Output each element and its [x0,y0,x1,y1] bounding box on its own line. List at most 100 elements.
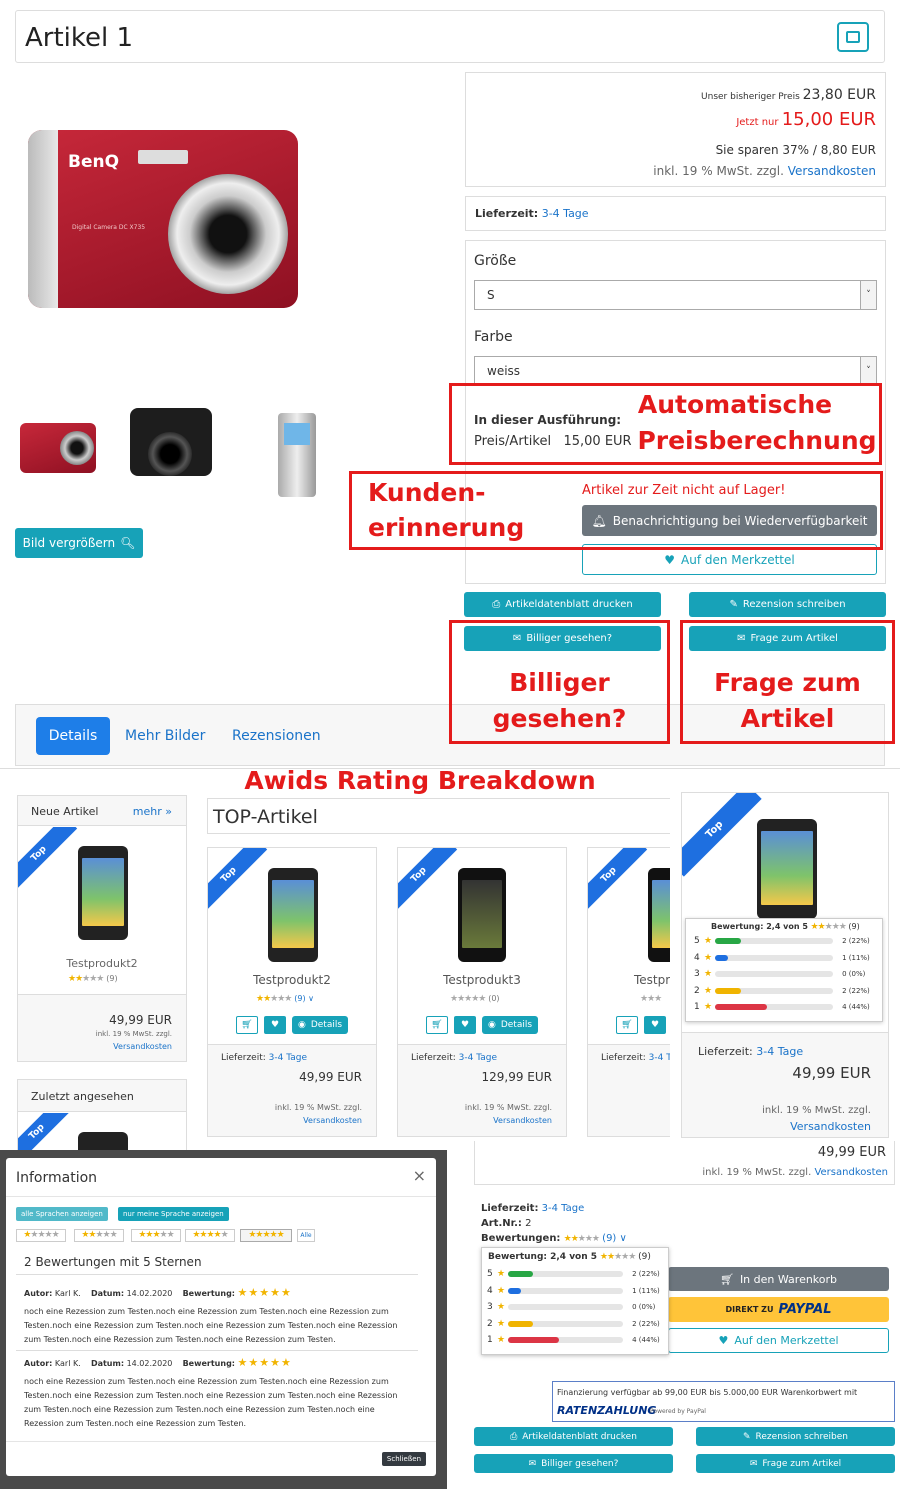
star-icon: ★ [497,1318,506,1329]
star-icon: ★ [497,1335,506,1345]
star-filter-1[interactable]: ★★★★★ [16,1229,66,1242]
product-image[interactable] [458,868,506,962]
breakdown-row[interactable]: 5 ★ 2 (22%) [694,936,872,946]
breakdown-row[interactable]: 1 ★ 4 (44%) [487,1335,662,1345]
now-price: 15,00 EUR [781,109,876,130]
tab-more-images[interactable]: Mehr Bilder [125,728,205,744]
breakdown-row[interactable]: 4 ★ 1 (11%) [694,953,872,963]
chevron-down-icon[interactable]: ∨ [306,994,314,1003]
top-ribbon: Top [682,793,762,877]
product-name[interactable]: Testpr [634,973,670,987]
camera-model: Digital Camera DC X735 [72,224,146,231]
ask-question-button[interactable]: ✉ Frage zum Artikel [696,1454,895,1473]
breakdown-count: 2 (22%) [842,937,870,945]
write-review-button[interactable]: ✎ Rezension schreiben [689,592,886,617]
top-ribbon: Top [18,827,78,893]
wishlist-icon-button[interactable]: ♥ [454,1016,476,1034]
thumbnail-phone-nokia[interactable] [278,413,316,497]
recently-viewed-box: Zuletzt angesehen Top [17,1079,187,1172]
print-sheet-label: Artikeldatenblatt drucken [522,1431,637,1442]
add-to-cart-button[interactable]: 🛒︎ In den Warenkorb [668,1267,889,1291]
star-filter-2[interactable]: ★★★★★ [74,1229,124,1242]
review-date: 14.02.2020 [126,1289,173,1298]
star-filter-3[interactable]: ★★★★★ [131,1229,181,1242]
product-image[interactable] [757,819,817,919]
add-to-cart-icon-button[interactable]: 🛒︎ [426,1016,448,1034]
add-to-cart-icon-button[interactable]: 🛒︎ [236,1016,258,1034]
breakdown-row[interactable]: 2 ★ 2 (22%) [487,1319,662,1329]
breakdown-bar [508,1304,624,1310]
tab-reviews[interactable]: Rezensionen [232,728,321,744]
star-level: 2 [694,985,700,996]
product-image[interactable] [268,868,318,962]
write-review-button[interactable]: ✎ Rezension schreiben [696,1427,895,1446]
show-my-language-button[interactable]: nur meine Sprache anzeigen [118,1207,229,1221]
print-sheet-button[interactable]: ⎙ Artikeldatenblatt drucken [464,592,661,617]
tab-details[interactable]: Details [36,717,110,755]
star-filter-all[interactable]: Alle [297,1229,315,1242]
breakdown-row[interactable]: 4 ★ 1 (11%) [487,1286,662,1296]
breakdown-row[interactable]: 5 ★ 2 (22%) [487,1269,662,1279]
breakdown-row[interactable]: 2 ★ 2 (22%) [694,986,872,996]
enlarge-image-button[interactable]: Bild vergrößern 🔍︎ [15,528,143,558]
wishlist-icon-button[interactable]: ♥ [264,1016,286,1034]
product-name[interactable]: Testprodukt3 [398,973,566,987]
breakdown-row[interactable]: 3 ★ 0 (0%) [487,1302,662,1312]
shipping-link[interactable]: Versandkosten [814,1167,888,1178]
shipping-link[interactable]: Versandkosten [790,1120,871,1133]
breakdown-row[interactable]: 1 ★ 4 (44%) [694,1002,872,1012]
breakdown-count: 1 (11%) [842,953,870,962]
breakdown-bar [508,1337,624,1343]
star-level: 3 [694,969,700,979]
product-image[interactable] [78,846,128,940]
more-link[interactable]: mehr » [133,805,172,818]
shipping-link[interactable]: Versandkosten [303,1116,362,1125]
delivery-label: Lieferzeit: [475,207,539,220]
modal-close-icon[interactable]: × [413,1166,426,1185]
details-button[interactable]: ◉ Details [482,1016,538,1034]
modal-close-button[interactable]: Schließen [381,1452,426,1466]
shipping-link[interactable]: Versandkosten [113,1042,172,1051]
star-level: 1 [694,1002,700,1012]
delivery-value: 3-4 Tage [268,1053,307,1063]
paypal-button[interactable]: DIREKT ZU PAYPAL [668,1297,889,1322]
breakdown-bar-fill [508,1320,534,1327]
product-name[interactable]: Testprodukt2 [18,957,186,970]
star-icon: ★ [704,985,713,996]
paypal-logo: PAYPAL [778,1302,832,1317]
thumbnail-camera-red[interactable] [20,423,96,473]
show-all-languages-button[interactable]: alle Sprachen anzeigen [16,1207,108,1221]
cheaper-seen-button[interactable]: ✉ Billiger gesehen? [474,1454,673,1473]
tax-text: inkl. 19 % MwSt. zzgl. [274,1103,362,1112]
shipping-link[interactable]: Versandkosten [788,164,876,178]
product-price: 49,99 EUR [109,1013,172,1027]
tax-text: inkl. 19 % MwSt. zzgl. [653,164,784,178]
chevron-down-icon: ˅ [860,357,876,385]
breakdown-bar [715,971,834,977]
product-main-image[interactable]: BenQ Digital Camera DC X735 [28,130,298,308]
star-filter-5[interactable]: ★★★★★ [240,1229,292,1242]
thumbnail-camera-black[interactable] [130,408,212,476]
product-image[interactable] [648,868,670,962]
print-button[interactable] [837,22,869,52]
annotation-question-line1: Frage zum [714,668,861,697]
details-button[interactable]: ◉ Details [292,1016,348,1034]
wishlist-icon-button[interactable]: ♥ [644,1016,666,1034]
shipping-link[interactable]: Versandkosten [493,1116,552,1125]
wishlist-button[interactable]: ♥ Auf den Merkzettel [668,1328,889,1353]
breakdown-row[interactable]: 3 ★ 0 (0%) [694,969,872,979]
heart-icon: ♥ [718,1334,729,1347]
tax-text: inkl. 19 % MwSt. zzgl. [702,1167,812,1178]
delivery-label: Lieferzeit: [481,1203,539,1214]
product-name[interactable]: Testprodukt2 [208,973,376,987]
add-to-cart-icon-button[interactable]: 🛒︎ [616,1016,638,1034]
chevron-down-icon[interactable]: ∨ [616,1233,627,1244]
ratings-count[interactable]: (9) [602,1233,616,1244]
color-select[interactable]: weiss ˅ [474,356,877,386]
edit-icon: ✎ [729,599,738,610]
financing-text: Finanzierung verfügbar ab 99,00 EUR bis … [557,1388,858,1397]
print-sheet-button[interactable]: ⎙ Artikeldatenblatt drucken [474,1427,673,1446]
rating-count[interactable]: (9) [294,994,305,1003]
size-select[interactable]: S ˅ [474,280,877,310]
star-filter-4[interactable]: ★★★★★ [185,1229,235,1242]
